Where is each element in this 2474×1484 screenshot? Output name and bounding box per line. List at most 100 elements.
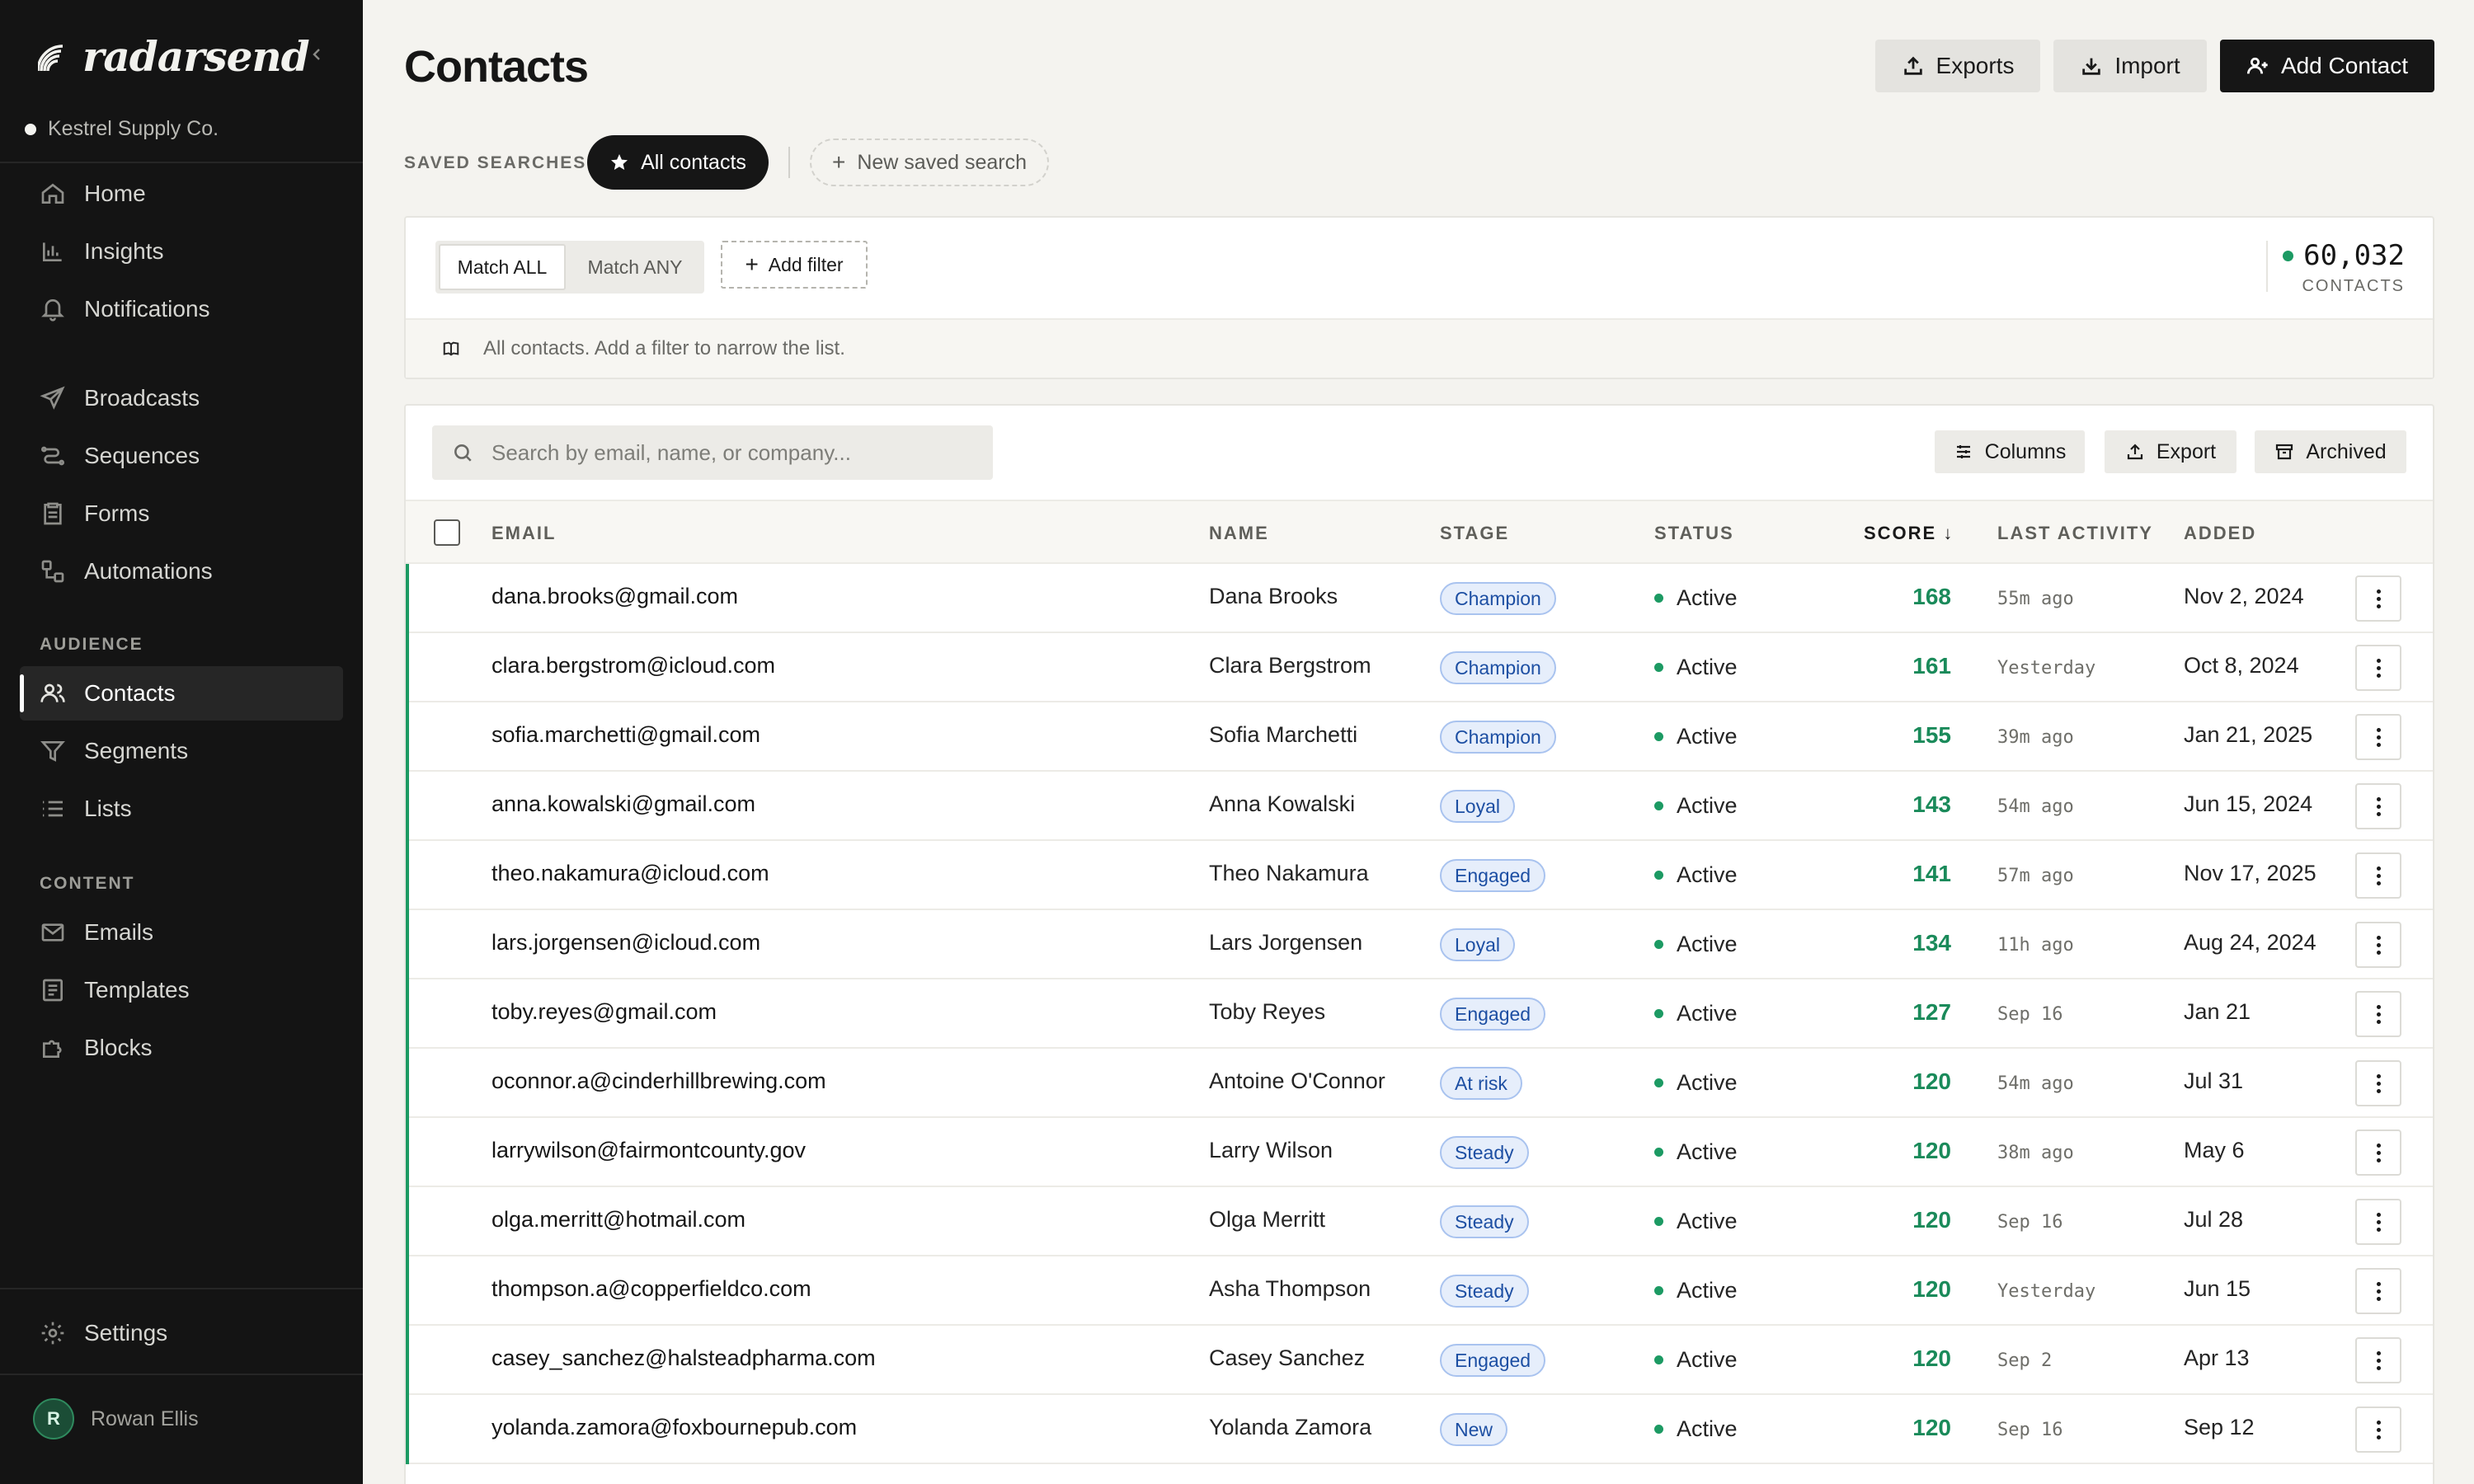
nav-item-broadcasts[interactable]: Broadcasts [20, 371, 343, 425]
match-any-option[interactable]: Match ANY [569, 244, 701, 290]
export-button[interactable]: Export [2105, 430, 2236, 473]
row-actions-button[interactable] [2355, 922, 2401, 968]
contact-email[interactable]: casey_sanchez@halsteadpharma.com [492, 1345, 876, 1371]
contact-email[interactable]: olga.merritt@hotmail.com [492, 1207, 745, 1233]
column-header-last-activity[interactable]: LAST ACTIVITY [1997, 523, 2153, 544]
nav-item-segments[interactable]: Segments [20, 724, 343, 778]
table-row[interactable]: olga.merritt@hotmail.com Olga Merritt St… [406, 1187, 2433, 1256]
row-actions-button[interactable] [2355, 852, 2401, 899]
nav-item-lists[interactable]: Lists [20, 782, 343, 836]
sort-desc-icon: ↓ [1943, 523, 1954, 543]
column-header-status[interactable]: STATUS [1654, 523, 1734, 544]
nav-item-contacts[interactable]: Contacts [20, 666, 343, 721]
workspace-switcher[interactable]: Kestrel Supply Co. [25, 117, 219, 141]
table-row[interactable]: casey_sanchez@halsteadpharma.com Casey S… [406, 1326, 2433, 1395]
column-header-email[interactable]: EMAIL [492, 523, 556, 544]
column-header-score[interactable]: SCORE ↓ [1864, 523, 1954, 544]
exports-button[interactable]: Exports [1875, 40, 2040, 92]
column-header-added[interactable]: ADDED [2184, 523, 2256, 544]
brand-logo[interactable]: radarsend [36, 31, 310, 81]
import-button[interactable]: Import [2053, 40, 2207, 92]
nav-item-emails[interactable]: Emails [20, 905, 343, 960]
added-date: Nov 2, 2024 [2184, 584, 2304, 608]
row-actions-button[interactable] [2355, 575, 2401, 622]
kebab-dot-icon [2376, 1212, 2381, 1217]
columns-button[interactable]: Columns [1935, 430, 2085, 473]
row-actions-button[interactable] [2355, 1268, 2401, 1314]
contact-name: Yolanda Zamora [1209, 1415, 1372, 1439]
add-contact-button[interactable]: Add Contact [2220, 40, 2434, 92]
nav-item-notifications[interactable]: Notifications [20, 282, 343, 336]
archived-button[interactable]: Archived [2255, 430, 2406, 473]
add-filter-button[interactable]: + Add filter [721, 241, 868, 289]
kebab-dot-icon [2376, 589, 2381, 594]
last-activity: 55m ago [1997, 589, 2074, 609]
contact-email[interactable]: thompson.a@copperfieldco.com [492, 1276, 811, 1302]
contact-count-value: 60,032 [2283, 239, 2405, 272]
row-actions-button[interactable] [2355, 991, 2401, 1037]
new-saved-search-button[interactable]: + New saved search [810, 139, 1049, 186]
nav-item-insights[interactable]: Insights [20, 224, 343, 279]
status-dot-icon [1654, 663, 1663, 672]
live-dot-icon [2283, 250, 2294, 261]
contact-email[interactable]: toby.reyes@gmail.com [492, 999, 717, 1025]
status-indicator: Active [1654, 1139, 1738, 1165]
collapse-sidebar-button[interactable] [305, 43, 328, 66]
kebab-dot-icon [2376, 727, 2381, 732]
status-text: Active [1677, 585, 1738, 610]
row-actions-button[interactable] [2355, 1337, 2401, 1383]
contact-email[interactable]: lars.jorgensen@icloud.com [492, 930, 760, 956]
kebab-dot-icon [2376, 673, 2381, 678]
table-row[interactable]: dana.brooks@gmail.com Dana Brooks Champi… [406, 564, 2433, 633]
contact-email[interactable]: anna.kowalski@gmail.com [492, 791, 755, 817]
match-all-option[interactable]: Match ALL [439, 244, 566, 290]
kebab-dot-icon [2376, 1012, 2381, 1017]
contact-email[interactable]: sofia.marchetti@gmail.com [492, 722, 760, 748]
table-row[interactable]: anna.kowalski@gmail.com Anna Kowalski Lo… [406, 772, 2433, 841]
nav-item-home[interactable]: Home [20, 167, 343, 221]
contact-name: Olga Merritt [1209, 1207, 1326, 1232]
last-activity: 38m ago [1997, 1143, 2074, 1163]
user-menu[interactable]: R Rowan Ellis [33, 1398, 199, 1439]
stage-badge: Loyal [1440, 928, 1515, 961]
contact-email[interactable]: larrywilson@fairmontcounty.gov [492, 1138, 806, 1163]
bell-icon [41, 299, 64, 322]
row-actions-button[interactable] [2355, 714, 2401, 760]
row-actions-button[interactable] [2355, 645, 2401, 691]
nav-item-blocks[interactable]: Blocks [20, 1021, 343, 1075]
row-actions-button[interactable] [2355, 1060, 2401, 1106]
nav-item-automations[interactable]: Automations [20, 544, 343, 599]
column-header-stage[interactable]: STAGE [1440, 523, 1509, 544]
nav-item-settings[interactable]: Settings [20, 1306, 343, 1360]
table-row[interactable]: sofia.marchetti@gmail.com Sofia Marchett… [406, 702, 2433, 772]
table-row[interactable]: clara.bergstrom@icloud.com Clara Bergstr… [406, 633, 2433, 702]
table-row[interactable]: theo.nakamura@icloud.com Theo Nakamura E… [406, 841, 2433, 910]
nav-item-templates[interactable]: Templates [20, 963, 343, 1017]
table-row[interactable]: thompson.a@copperfieldco.com Asha Thomps… [406, 1256, 2433, 1326]
contact-email[interactable]: yolanda.zamora@foxbournepub.com [492, 1415, 857, 1440]
contact-email[interactable]: oconnor.a@cinderhillbrewing.com [492, 1068, 826, 1094]
contact-email[interactable]: clara.bergstrom@icloud.com [492, 653, 775, 679]
select-all-checkbox[interactable] [434, 519, 460, 546]
table-row[interactable]: lars.jorgensen@icloud.com Lars Jorgensen… [406, 910, 2433, 979]
status-dot-icon [1654, 1286, 1663, 1295]
table-row[interactable]: oconnor.a@cinderhillbrewing.com Antoine … [406, 1049, 2433, 1118]
row-actions-button[interactable] [2355, 1199, 2401, 1245]
table-row[interactable]: yolanda.zamora@foxbournepub.com Yolanda … [406, 1395, 2433, 1464]
lead-score: 120 [1912, 1207, 1951, 1233]
row-actions-button[interactable] [2355, 783, 2401, 829]
columns-label: Columns [1984, 439, 2067, 463]
row-actions-button[interactable] [2355, 1407, 2401, 1453]
nav-item-sequences[interactable]: Sequences [20, 429, 343, 483]
column-header-name[interactable]: NAME [1209, 523, 1269, 544]
row-actions-button[interactable] [2355, 1129, 2401, 1176]
saved-search-all-contacts[interactable]: All contacts [587, 135, 769, 190]
contact-email[interactable]: dana.brooks@gmail.com [492, 584, 738, 609]
table-row[interactable]: toby.reyes@gmail.com Toby Reyes Engaged … [406, 979, 2433, 1049]
contact-email[interactable]: theo.nakamura@icloud.com [492, 861, 769, 886]
kebab-dot-icon [2376, 1088, 2381, 1093]
contact-search-input[interactable]: Search by email, name, or company... [432, 425, 993, 480]
nav-item-forms[interactable]: Forms [20, 486, 343, 541]
table-row[interactable]: larrywilson@fairmontcounty.gov Larry Wil… [406, 1118, 2433, 1187]
contact-name: Anna Kowalski [1209, 791, 1356, 816]
